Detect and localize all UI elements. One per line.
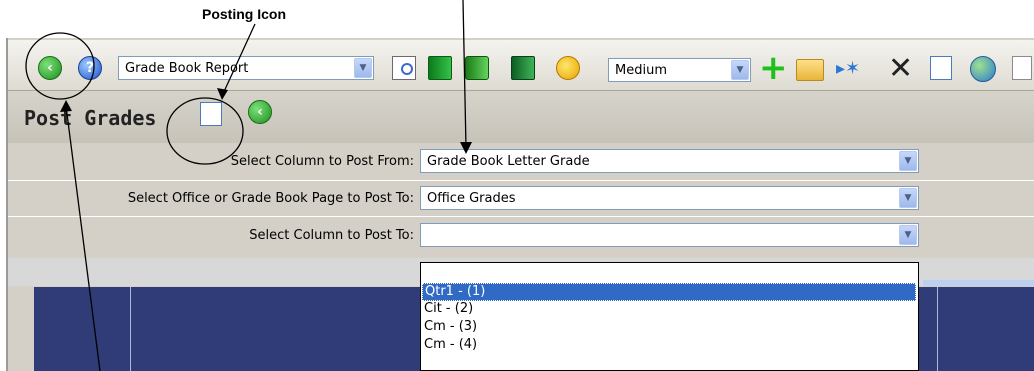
chevron-down-icon[interactable]: ▼ <box>731 60 749 80</box>
size-select[interactable]: Medium ▼ <box>608 58 751 82</box>
chevron-down-icon[interactable]: ▼ <box>899 225 917 245</box>
grid-column-divider <box>130 287 131 371</box>
divider <box>8 180 1034 181</box>
chevron-down-icon[interactable]: ▼ <box>899 151 917 171</box>
column-from-select[interactable]: Grade Book Letter Grade ▼ <box>420 149 919 173</box>
dropdown-option[interactable]: Cm - (3) <box>424 319 477 335</box>
back-icon[interactable]: ‹ <box>248 100 272 124</box>
gradebook2-icon[interactable] <box>465 56 489 80</box>
section-header <box>8 91 1034 143</box>
preview-icon[interactable] <box>392 56 416 80</box>
grid-header-accent <box>923 280 1034 286</box>
gradebook-icon[interactable] <box>428 56 452 80</box>
gradebook3-icon[interactable] <box>511 56 535 80</box>
post-to-page-select[interactable]: Office Grades ▼ <box>420 186 919 210</box>
chevron-down-icon[interactable]: ▼ <box>354 58 372 78</box>
size-select-value: Medium <box>615 62 667 78</box>
globe-icon[interactable] <box>970 56 996 82</box>
label-post-to-page: Select Office or Grade Book Page to Post… <box>127 191 414 206</box>
chevron-down-icon[interactable]: ▼ <box>899 188 917 208</box>
posting-icon-annotation: Posting Icon <box>202 6 286 22</box>
posting-icon[interactable] <box>200 102 222 126</box>
column-to-select[interactable]: ▼ <box>420 223 919 247</box>
column-from-value: Grade Book Letter Grade <box>427 153 590 169</box>
help-icon[interactable]: ? <box>78 56 102 80</box>
column-to-dropdown-list: Qtr1 - (1) Cit - (2) Cm - (3) Cm - (4) <box>420 262 919 371</box>
add-icon[interactable]: + <box>759 51 788 85</box>
label-column-from: Select Column to Post From: <box>230 154 414 169</box>
new-star-icon[interactable]: ▸✶ <box>836 58 860 79</box>
back-icon[interactable]: ‹ <box>38 56 62 80</box>
report-select-value: Grade Book Report <box>125 60 249 76</box>
post-to-page-value: Office Grades <box>427 190 516 206</box>
dropdown-option[interactable]: Cit - (2) <box>424 301 473 317</box>
report-select[interactable]: Grade Book Report ▼ <box>118 56 374 80</box>
divider <box>8 216 1034 217</box>
delete-icon[interactable]: ✕ <box>888 54 913 84</box>
page-title: Post Grades <box>24 106 157 130</box>
dropdown-option[interactable]: Cm - (4) <box>424 337 477 353</box>
grid-column-divider <box>937 287 938 371</box>
open-folder-icon[interactable] <box>796 59 824 81</box>
page-icon[interactable] <box>1012 56 1032 80</box>
label-column-to: Select Column to Post To: <box>249 228 414 243</box>
dropdown-option-selected[interactable]: Qtr1 - (1) <box>422 283 916 301</box>
copy-icon[interactable] <box>930 56 952 80</box>
palette-icon[interactable] <box>556 56 580 80</box>
